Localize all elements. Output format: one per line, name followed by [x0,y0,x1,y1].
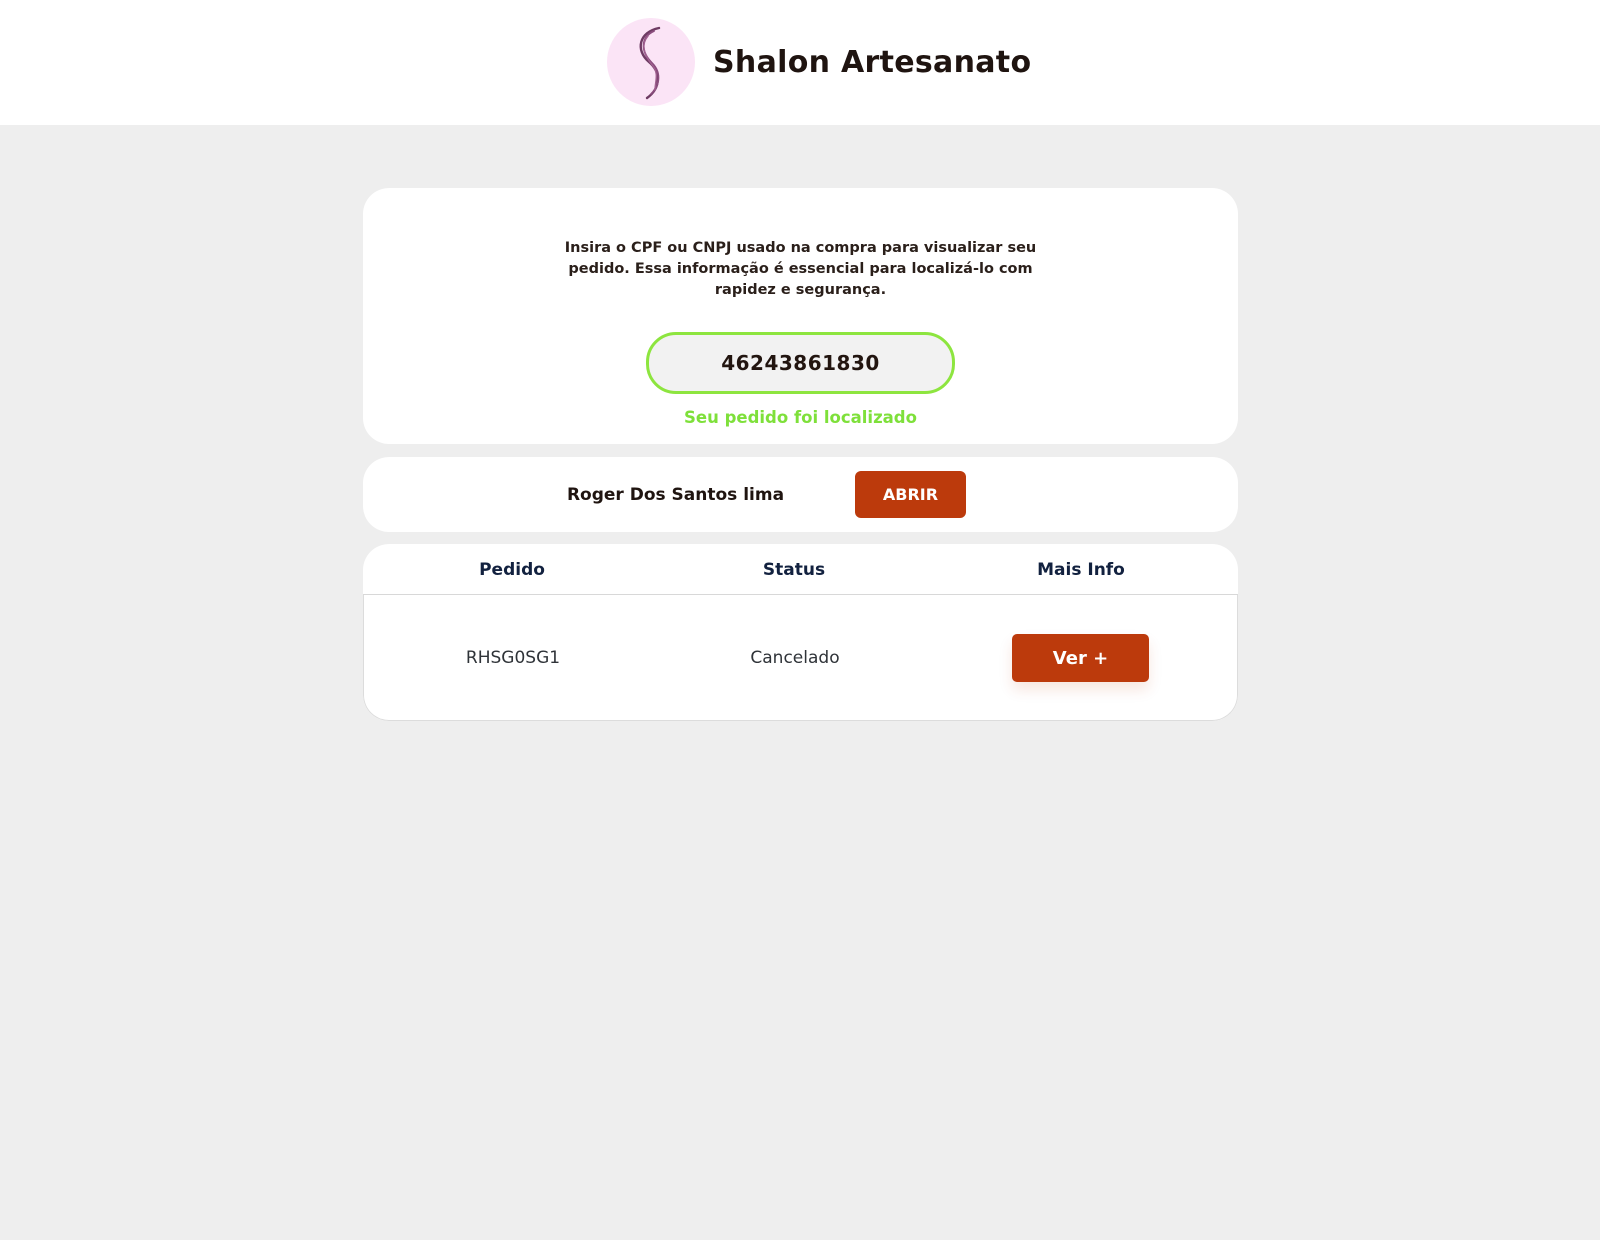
site-header: Shalon Artesanato [0,0,1600,125]
orders-table: Pedido Status Mais Info RHSG0SG1 Cancela… [363,544,1238,721]
column-header-order: Pedido [479,559,545,580]
cpf-search-card: Insira o CPF ou CNPJ usado na compra par… [363,188,1238,444]
customer-card: Roger Dos Santos lima ABRIR [363,457,1238,532]
brand[interactable]: Shalon Artesanato [607,18,1031,106]
customer-name: Roger Dos Santos lima [566,484,785,505]
order-found-message: Seu pedido foi localizado [684,408,917,427]
column-header-status: Status [762,559,826,580]
view-more-button[interactable]: Ver + [1012,634,1149,682]
cpf-cnpj-input[interactable] [646,332,955,394]
search-instructions: Insira o CPF ou CNPJ usado na compra par… [564,240,1037,298]
brand-name: Shalon Artesanato [713,44,1032,80]
column-header-more-info: Mais Info [1037,559,1125,580]
table-row: RHSG0SG1 Cancelado Ver + [363,595,1238,721]
order-status-cell: Cancelado [750,648,840,668]
order-id-cell: RHSG0SG1 [465,648,561,668]
orders-table-header: Pedido Status Mais Info [363,544,1238,595]
open-button[interactable]: ABRIR [855,471,966,518]
hair-swirl-logo-icon [607,18,695,106]
